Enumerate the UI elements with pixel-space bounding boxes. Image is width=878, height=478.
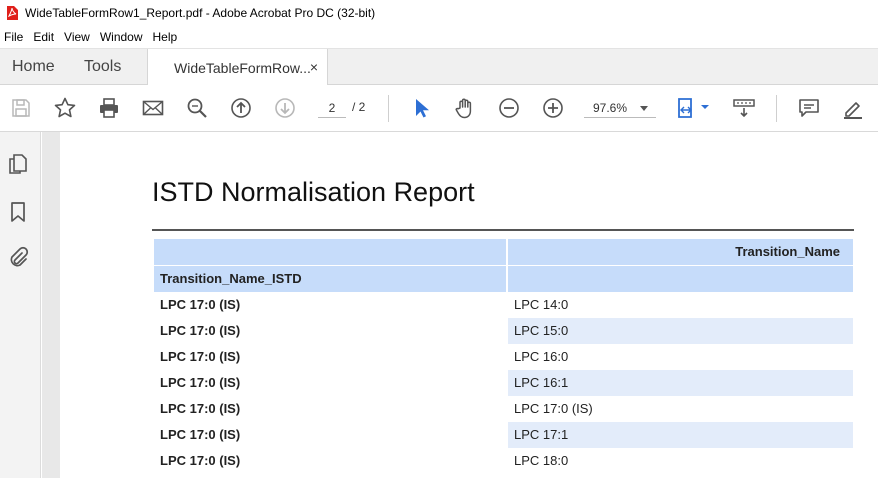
save-icon[interactable] [9, 96, 33, 120]
print-icon[interactable] [97, 96, 121, 120]
menu-help[interactable]: Help [149, 30, 184, 44]
tab-home[interactable]: Home [12, 49, 55, 85]
hand-tool-icon[interactable] [453, 96, 477, 120]
report-title: ISTD Normalisation Report [152, 177, 475, 207]
tab-bar: Home Tools WideTableFormRow... × [0, 48, 878, 86]
document-viewport[interactable]: ISTD Normalisation Report Transition_Nam… [42, 132, 878, 478]
page-thumbnails-icon[interactable] [7, 153, 29, 175]
chevron-down-icon [640, 106, 648, 111]
window-title: WideTableFormRow1_Report.pdf - Adobe Acr… [25, 6, 376, 20]
zoom-select[interactable]: 97.6% [584, 98, 656, 118]
header-cell-empty [508, 266, 853, 292]
email-icon[interactable] [141, 96, 165, 120]
header-transition-name: Transition_Name [508, 239, 853, 265]
header-transition-name-istd: Transition_Name_ISTD [154, 266, 506, 292]
acrobat-pdf-icon [6, 6, 18, 20]
bookmark-star-icon[interactable] [53, 96, 77, 120]
cell-istd: LPC 17:0 (IS) [160, 349, 241, 364]
select-cursor-icon[interactable] [409, 96, 433, 120]
search-icon[interactable] [185, 96, 209, 120]
table-row: LPC 17:0 (IS) LPC 17:1 [154, 422, 853, 448]
cell-transition-name: LPC 18:0 [514, 453, 569, 468]
zoom-out-icon[interactable] [497, 96, 521, 120]
toolbar-divider [388, 95, 389, 122]
cell-transition-name: LPC 16:0 [514, 349, 569, 364]
close-icon[interactable]: × [310, 59, 318, 75]
table-row: LPC 17:0 (IS) LPC 17:0 (IS) [154, 396, 853, 422]
cell-istd: LPC 17:0 (IS) [160, 453, 241, 468]
page-number-input[interactable]: 2 [318, 98, 346, 118]
zoom-value: 97.6% [593, 101, 628, 115]
highlight-pen-icon[interactable] [841, 96, 865, 120]
cell-istd: LPC 17:0 (IS) [160, 297, 241, 312]
cell-transition-name: LPC 17:1 [508, 422, 853, 448]
cell-istd: LPC 17:0 (IS) [160, 323, 241, 338]
cell-transition-name: LPC 14:0 [514, 297, 569, 312]
comment-icon[interactable] [797, 96, 821, 120]
menu-file[interactable]: File [0, 30, 29, 44]
menu-edit[interactable]: Edit [29, 30, 60, 44]
table-row: LPC 17:0 (IS) LPC 15:0 [154, 318, 853, 344]
header-cell-empty [154, 239, 506, 265]
title-divider [152, 229, 854, 231]
left-panel [0, 132, 41, 478]
tab-document[interactable]: WideTableFormRow... × [147, 49, 328, 86]
table-row: LPC 17:0 (IS) LPC 14:0 [154, 292, 853, 318]
table-row: LPC 17:0 (IS) LPC 16:1 [154, 370, 853, 396]
cell-istd: LPC 17:0 (IS) [160, 401, 241, 416]
page-total: / 2 [352, 100, 366, 114]
zoom-in-icon[interactable] [541, 96, 565, 120]
table-header-row: Transition_Name [154, 239, 853, 265]
cell-transition-name: LPC 17:0 (IS) [514, 401, 593, 416]
window-titlebar: WideTableFormRow1_Report.pdf - Adobe Acr… [0, 0, 878, 26]
toolbar-divider [776, 95, 777, 122]
toolbar: 2 / 2 97.6% [0, 85, 878, 132]
table-row: LPC 17:0 (IS) LPC 16:0 [154, 344, 853, 370]
table-row: LPC 17:0 (IS) LPC 18:0 [154, 448, 853, 474]
fit-page-icon[interactable] [675, 96, 713, 120]
menu-window[interactable]: Window [96, 30, 149, 44]
menu-view[interactable]: View [60, 30, 96, 44]
pdf-page: ISTD Normalisation Report Transition_Nam… [60, 132, 878, 478]
table-header-row: Transition_Name_ISTD [154, 266, 853, 292]
attachments-icon[interactable] [7, 246, 29, 268]
tab-tools[interactable]: Tools [84, 49, 121, 85]
menu-bar: File Edit View Window Help [0, 26, 878, 48]
bookmarks-icon[interactable] [7, 201, 29, 223]
cell-transition-name: LPC 15:0 [508, 318, 853, 344]
tab-document-label: WideTableFormRow... [174, 59, 311, 76]
cell-transition-name: LPC 16:1 [508, 370, 853, 396]
cell-istd: LPC 17:0 (IS) [160, 375, 241, 390]
scroll-mode-icon[interactable] [732, 96, 756, 120]
cell-istd: LPC 17:0 (IS) [160, 427, 241, 442]
page-up-icon[interactable] [229, 96, 253, 120]
page-down-icon[interactable] [273, 96, 297, 120]
